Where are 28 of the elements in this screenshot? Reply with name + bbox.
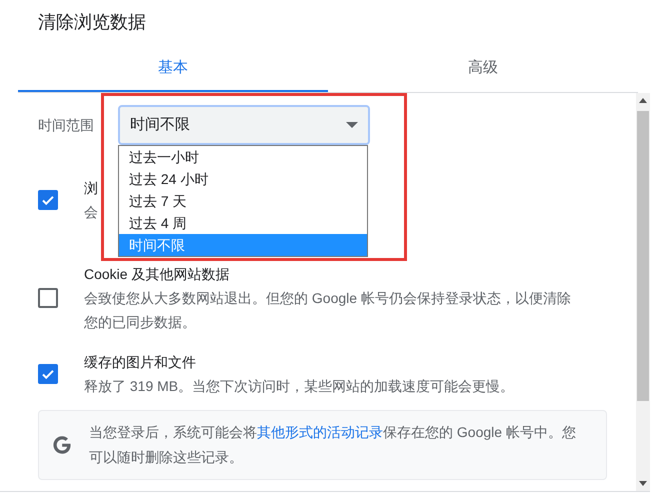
dropdown-option[interactable]: 过去 4 周 xyxy=(119,212,367,234)
google-g-icon xyxy=(53,436,71,454)
option-title: Cookie 及其他网站数据 xyxy=(84,266,230,282)
checkbox[interactable] xyxy=(38,364,58,384)
dropdown-option[interactable]: 过去 24 小时 xyxy=(119,168,367,190)
dropdown-option[interactable]: 过去一小时 xyxy=(119,146,367,168)
scrollbar[interactable] xyxy=(636,93,650,491)
dropdown-option[interactable]: 过去 7 天 xyxy=(119,190,367,212)
check-icon xyxy=(41,193,55,207)
option-description: 释放了 319 MB。当您下次访问时，某些网站的加载速度可能会更慢。 xyxy=(84,378,514,394)
checkbox[interactable] xyxy=(38,190,58,210)
field-label: 时间范围 xyxy=(38,116,95,134)
scroll-down-icon[interactable] xyxy=(639,481,647,486)
option-title: 缓存的图片和文件 xyxy=(84,354,196,370)
check-icon xyxy=(41,367,55,381)
info-text: 当您登录后，系统可能会将其他形式的活动记录保存在您的 Google 帐号中。您可以随时删除这些记录。 xyxy=(89,423,577,467)
scrollbar-thumb[interactable] xyxy=(637,111,649,401)
dropdown-arrow-icon xyxy=(346,122,358,128)
tab[interactable]: 高级 xyxy=(328,46,638,92)
tab[interactable]: 基本 xyxy=(18,46,328,92)
activity-link[interactable]: 其他形式的活动记录 xyxy=(257,424,383,440)
time-range-select[interactable]: 时间不限 xyxy=(118,105,370,145)
dialog-title: 清除浏览数据 xyxy=(38,12,146,32)
checkbox[interactable] xyxy=(38,288,58,308)
option-description: 会致使您从大多数网站退出。但您的 Google 帐号仍会保持登录状态，以便清除您的已同步数据。 xyxy=(84,290,571,330)
scroll-up-icon[interactable] xyxy=(639,98,647,103)
option-description: 会 xyxy=(84,204,98,220)
option-title: 浏 xyxy=(84,180,98,196)
